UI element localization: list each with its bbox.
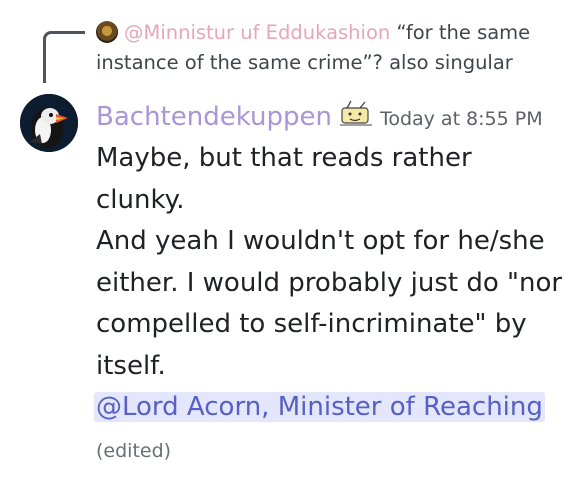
reply-preview[interactable]: @Minnistur uf Eddukashion “for the same …: [96, 18, 566, 78]
message-paragraph: Maybe, but that reads rather clunky.: [96, 143, 472, 215]
edited-label: (edited): [96, 439, 172, 462]
username[interactable]: Bachtendekuppen: [96, 102, 332, 132]
message-header: Bachtendekuppen Today at 8:55 PM: [96, 97, 566, 140]
reply-connector-line: [43, 31, 85, 83]
reply-author-mention[interactable]: @Minnistur uf Eddukashion: [124, 21, 390, 44]
user-mention[interactable]: @Lord Acorn, Minister of Reaching: [94, 392, 545, 422]
puffin-avatar-icon[interactable]: [20, 94, 78, 152]
message-timestamp[interactable]: Today at 8:55 PM: [380, 108, 543, 130]
message-content: Maybe, but that reads rather clunky. And…: [94, 138, 566, 472]
message-paragraph: And yeah I wouldn't opt for he/she eithe…: [96, 226, 563, 381]
message-mention-line: @Lord Acorn, Minister of Reaching (edite…: [94, 387, 566, 472]
reply-author-avatar-icon[interactable]: [96, 21, 118, 43]
cartoon-emoji-icon: [338, 99, 374, 129]
